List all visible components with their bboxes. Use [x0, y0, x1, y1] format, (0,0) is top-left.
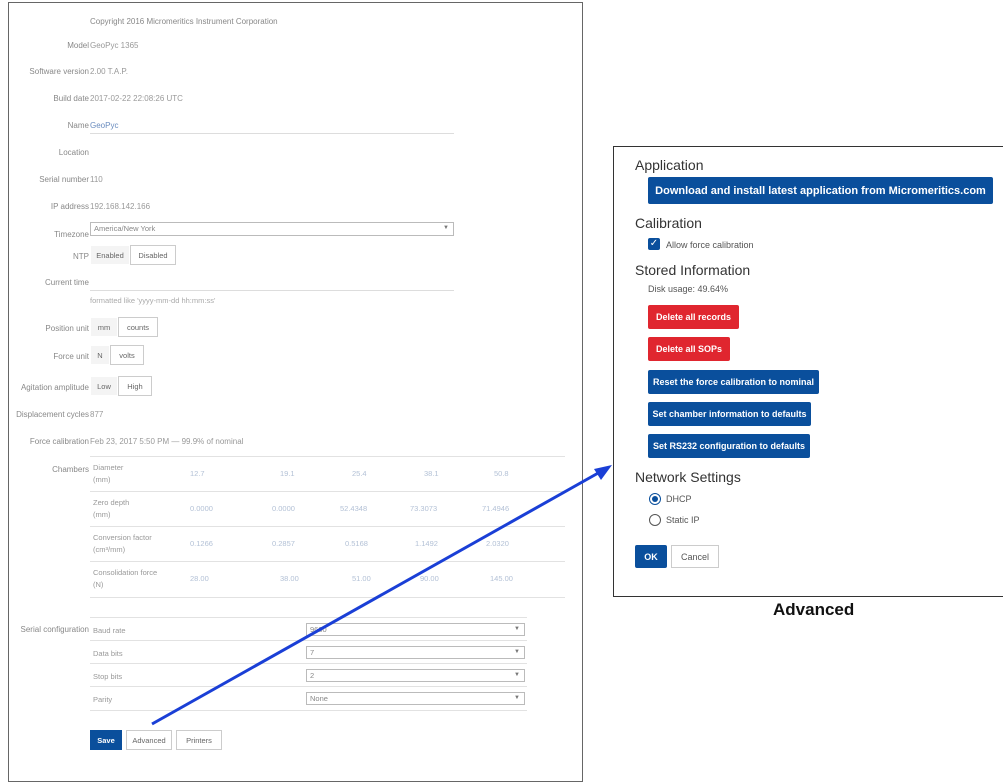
annotation-arrow: [151, 465, 612, 726]
arrow-head-icon: [594, 465, 612, 480]
arrow-line: [151, 470, 601, 726]
